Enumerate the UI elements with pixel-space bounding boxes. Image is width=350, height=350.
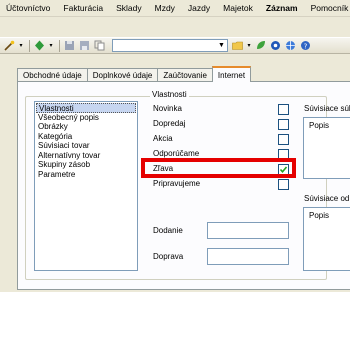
wand-icon[interactable]	[3, 39, 16, 52]
tab-obchodne-udaje[interactable]: Obchodné údaje	[17, 68, 88, 82]
save-icon[interactable]	[63, 39, 76, 52]
leaf-icon[interactable]	[254, 39, 267, 52]
dropdown-arrow-icon[interactable]: ▾	[48, 39, 54, 52]
section-listbox[interactable]: Vlastnosti Všeobecný popis Obrázky Kateg…	[34, 101, 138, 271]
list-item[interactable]: Kategória	[36, 132, 136, 142]
group-title: Vlastnosti	[150, 90, 189, 99]
dodanie-input[interactable]	[207, 222, 289, 239]
app-window: Účtovníctvo Fakturácia Sklady Mzdy Jazdy…	[0, 0, 350, 292]
checkbox-akcia[interactable]	[278, 134, 289, 145]
list-item[interactable]: Parametre	[36, 170, 136, 180]
tab-strip: Obchodné údaje Doplnkové údaje Zaúčtovan…	[17, 66, 252, 82]
save-as-icon[interactable]	[78, 39, 91, 52]
related-files-grid[interactable]: Popis	[303, 117, 350, 179]
property-label-odporucame: Odporúčame	[153, 149, 200, 158]
svg-text:?: ?	[304, 42, 308, 50]
list-item[interactable]: Všeobecný popis	[36, 113, 136, 123]
related-links-grid[interactable]: Popis	[303, 207, 350, 271]
list-item[interactable]: Vlastnosti	[36, 103, 136, 113]
menu-fakturacia[interactable]: Fakturácia	[63, 3, 103, 13]
folder-icon[interactable]	[231, 39, 244, 52]
list-item[interactable]: Skupiny zásob	[36, 160, 136, 170]
related-links-column-header: Popis	[309, 211, 330, 220]
toolbar: ▾ ▾ ▼ ▾ ?	[0, 37, 350, 54]
chevron-down-icon[interactable]: ▼	[216, 40, 227, 51]
menu-bar: Účtovníctvo Fakturácia Sklady Mzdy Jazdy…	[0, 0, 350, 17]
field-label-dodanie: Dodanie	[153, 226, 183, 235]
checkbox-pripravujeme[interactable]	[278, 179, 289, 190]
related-files-column-header: Popis	[309, 121, 330, 130]
tab-internet[interactable]: Internet	[211, 66, 252, 82]
property-label-pripravujeme: Pripravujeme	[153, 179, 201, 188]
menu-zaznam[interactable]: Záznam	[266, 3, 298, 13]
menu-mzdy[interactable]: Mzdy	[155, 3, 175, 13]
highlight-frame	[141, 158, 296, 178]
menu-majetok[interactable]: Majetok	[223, 3, 253, 13]
gear-icon[interactable]	[269, 39, 282, 52]
property-label-akcia: Akcia	[153, 134, 173, 143]
dropdown-arrow-icon[interactable]: ▾	[18, 39, 24, 52]
list-item[interactable]: Alternatívny tovar	[36, 151, 136, 161]
dropdown-arrow-icon[interactable]: ▾	[246, 39, 252, 52]
property-label-dopredaj: Dopredaj	[153, 119, 186, 128]
menu-uctovnictvo[interactable]: Účtovníctvo	[6, 3, 50, 13]
menu-sklady[interactable]: Sklady	[116, 3, 142, 13]
field-label-doprava: Doprava	[153, 252, 184, 261]
list-item[interactable]: Obrázky	[36, 122, 136, 132]
list-item[interactable]: Súvisiaci tovar	[36, 141, 136, 151]
copy-icon[interactable]	[93, 39, 106, 52]
globe-icon[interactable]	[284, 39, 297, 52]
toolbar-combo[interactable]: ▼	[112, 39, 228, 52]
menu-jazdy[interactable]: Jazdy	[188, 3, 210, 13]
doprava-input[interactable]	[207, 248, 289, 265]
related-links-title: Súvisiace od	[304, 194, 350, 203]
help-icon[interactable]: ?	[299, 39, 312, 52]
checkbox-dopredaj[interactable]	[278, 119, 289, 130]
toolbar-separator	[59, 39, 60, 52]
related-files-title: Súvisiace súb	[304, 104, 350, 113]
menu-pomocnik[interactable]: Pomocník	[311, 3, 349, 13]
tab-doplnkove-udaje[interactable]: Doplnkové údaje	[86, 68, 159, 82]
property-label-novinka: Novinka	[153, 104, 182, 113]
toolbar-separator	[29, 39, 30, 52]
navigate-icon[interactable]	[33, 39, 46, 52]
tab-zauctovanie[interactable]: Zaúčtovanie	[157, 68, 213, 82]
checkbox-novinka[interactable]	[278, 104, 289, 115]
